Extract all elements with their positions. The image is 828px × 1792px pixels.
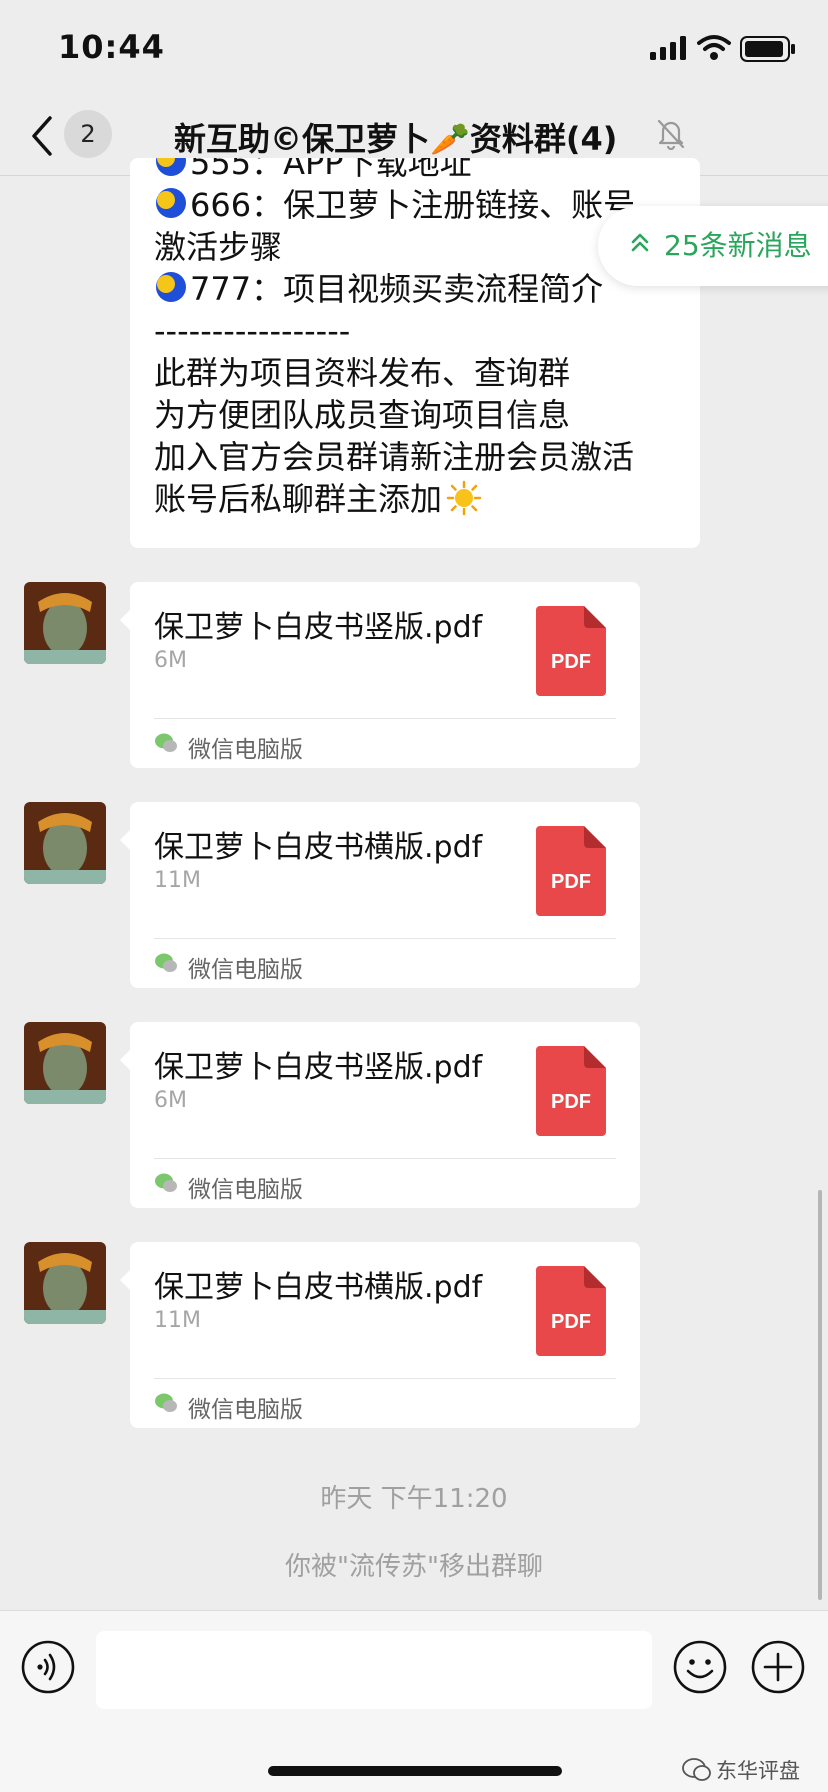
wechat-icon — [155, 953, 177, 972]
avatar[interactable] — [24, 582, 106, 664]
watermark: 东华评盘 — [682, 1755, 800, 1785]
divider — [154, 1378, 616, 1379]
wechat-icon — [155, 1173, 177, 1192]
file-message-card[interactable]: 保卫萝卜白皮书横版.pdf 11M PDF 微信电脑版 — [120, 1242, 640, 1428]
sun-face-icon — [446, 480, 482, 516]
input-bar: 东华评盘 — [0, 1610, 828, 1792]
pdf-label: PDF — [551, 1091, 591, 1113]
file-source-label: 微信电脑版 — [188, 1397, 303, 1423]
avatar-image — [24, 582, 106, 664]
pdf-file-icon: PDF — [536, 606, 606, 696]
home-indicator[interactable] — [268, 1766, 562, 1776]
avatar-image — [24, 1242, 106, 1324]
wifi-icon — [697, 35, 731, 60]
system-notice: 你被"流传苏"移出群聊 — [285, 1552, 543, 1582]
text-body-1: 此群为项目资料发布、查询群 — [154, 354, 571, 392]
avatar-image — [24, 802, 106, 884]
text-line: 555：APP下载地址 — [154, 158, 676, 184]
file-size: 6M — [154, 648, 187, 673]
avatar[interactable] — [24, 1022, 106, 1104]
pdf-file-icon: PDF — [536, 1046, 606, 1136]
text-line: 777：项目视频买卖流程简介 — [154, 268, 676, 310]
file-size: 11M — [154, 1308, 201, 1333]
text-line-777: 777：项目视频买卖流程简介 — [190, 270, 604, 308]
pdf-label: PDF — [551, 1311, 591, 1333]
avatar-image — [24, 1022, 106, 1104]
voice-icon[interactable] — [20, 1639, 76, 1695]
divider — [154, 1158, 616, 1159]
file-message-card[interactable]: 保卫萝卜白皮书竖版.pdf 6M PDF 微信电脑版 — [120, 582, 640, 768]
text-line-666: 666：保卫萝卜注册链接、账号 — [190, 186, 636, 224]
unread-count-badge[interactable]: 2 — [64, 110, 112, 158]
text-body-2: 为方便团队成员查询项目信息 — [154, 396, 571, 434]
pdf-file-icon: PDF — [536, 826, 606, 916]
system-timestamp: 昨天 下午11:20 — [320, 1484, 508, 1514]
file-name: 保卫萝卜白皮书横版.pdf — [154, 830, 483, 865]
text-line: 666：保卫萝卜注册链接、账号 — [154, 184, 676, 226]
moon-face-icon — [156, 158, 186, 176]
text-body-4: 账号后私聊群主添加 — [154, 480, 443, 518]
chevron-left-icon[interactable] — [28, 114, 54, 158]
cellular-signal-icon — [650, 36, 686, 60]
file-size: 11M — [154, 868, 201, 893]
wechat-icon — [155, 733, 177, 752]
new-messages-button[interactable]: 25条新消息 — [598, 206, 828, 286]
bell-slash-icon — [657, 119, 685, 150]
file-source-label: 微信电脑版 — [188, 737, 303, 763]
text-line: 账号后私聊群主添加 — [154, 478, 676, 520]
pdf-label: PDF — [551, 871, 591, 893]
file-message-card[interactable]: 保卫萝卜白皮书横版.pdf 11M PDF 微信电脑版 — [120, 802, 640, 988]
file-name: 保卫萝卜白皮书竖版.pdf — [154, 610, 483, 645]
text-divider: ----------------- — [154, 312, 351, 350]
moon-face-icon — [156, 272, 186, 302]
new-messages-label: 25条新消息 — [664, 229, 812, 262]
message-input[interactable] — [96, 1631, 652, 1709]
wechat-icon — [155, 1393, 177, 1412]
watermark-text: 东华评盘 — [716, 1759, 800, 1783]
scrollbar[interactable] — [818, 1190, 822, 1600]
emoji-icon[interactable] — [672, 1639, 728, 1695]
avatar[interactable] — [24, 1242, 106, 1324]
pdf-file-icon: PDF — [536, 1266, 606, 1356]
double-chevron-up-icon — [631, 233, 649, 252]
text-line-555: 555：APP下载地址 — [190, 158, 472, 182]
file-source-label: 微信电脑版 — [188, 957, 303, 983]
divider — [154, 938, 616, 939]
avatar[interactable] — [24, 802, 106, 884]
file-message-card[interactable]: 保卫萝卜白皮书竖版.pdf 6M PDF 微信电脑版 — [120, 1022, 640, 1208]
file-name: 保卫萝卜白皮书竖版.pdf — [154, 1050, 483, 1085]
text-body-3: 加入官方会员群请新注册会员激活 — [154, 438, 635, 476]
wechat-official-account-icon — [682, 1758, 711, 1781]
pdf-label: PDF — [551, 651, 591, 673]
battery-icon — [740, 36, 795, 62]
divider — [154, 718, 616, 719]
file-source-label: 微信电脑版 — [188, 1177, 303, 1203]
plus-icon[interactable] — [750, 1639, 806, 1695]
file-name: 保卫萝卜白皮书横版.pdf — [154, 1270, 483, 1305]
file-size: 6M — [154, 1088, 187, 1113]
moon-face-icon — [156, 188, 186, 218]
status-time: 10:44 — [58, 28, 165, 66]
status-bar: 10:44 — [0, 0, 828, 96]
chat-title[interactable]: 新互助©保卫萝卜🥕资料群(4) — [174, 114, 617, 160]
